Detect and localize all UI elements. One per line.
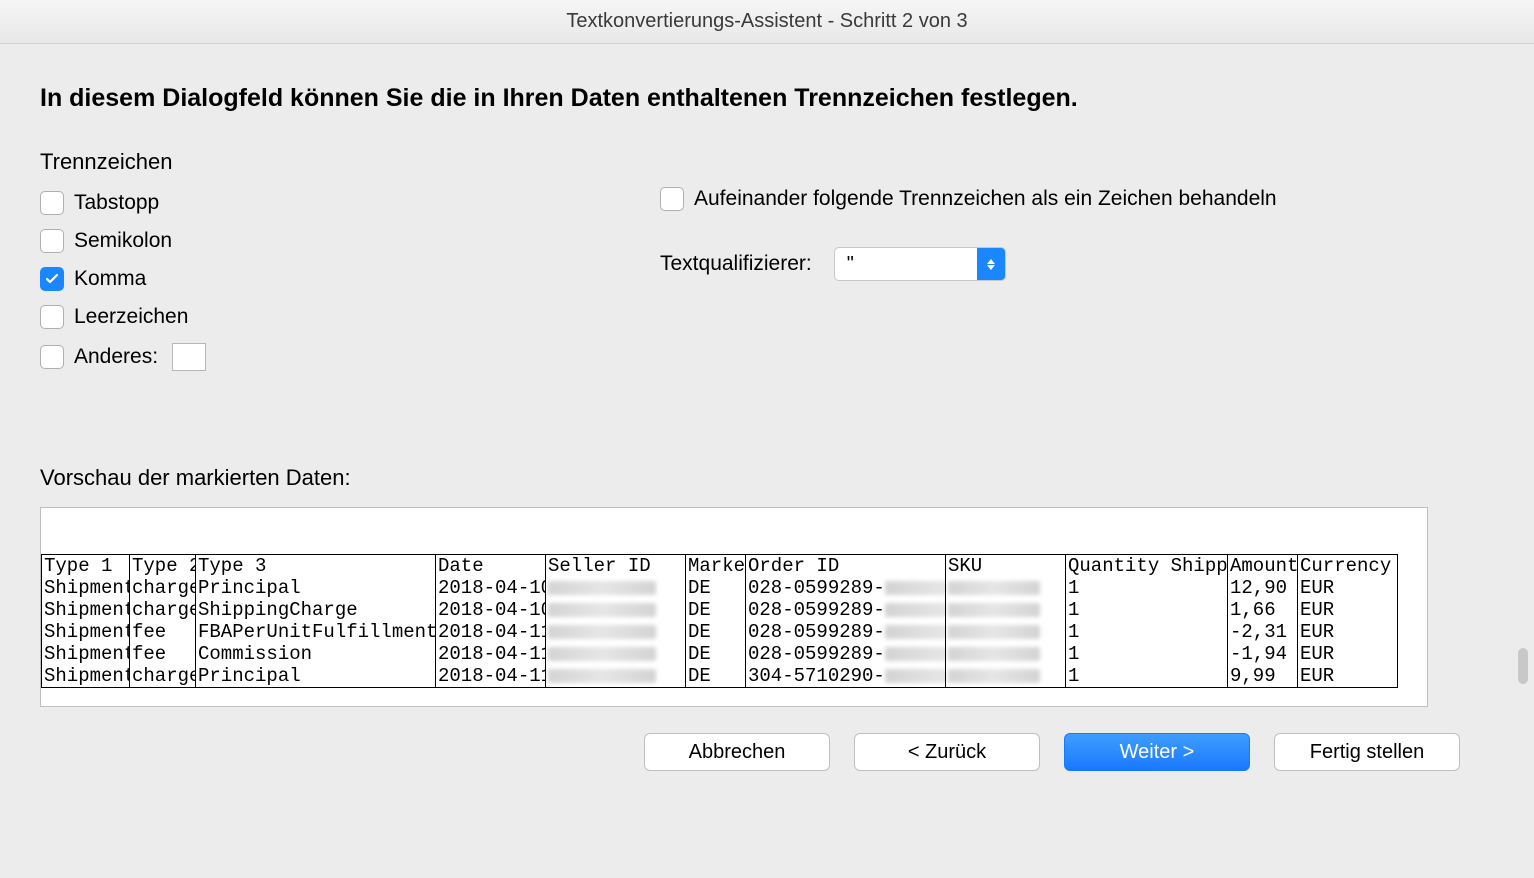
- consecutive-checkbox[interactable]: [660, 187, 684, 211]
- consecutive-label: Aufeinander folgende Trennzeichen als ei…: [694, 187, 1277, 211]
- delimiters-label: Trennzeichen: [40, 149, 560, 175]
- delim-semicolon-checkbox[interactable]: [40, 229, 64, 253]
- qualifier-select[interactable]: ": [834, 247, 1006, 281]
- col-date: Date: [436, 555, 546, 578]
- col-market: Market: [686, 555, 746, 578]
- delim-semicolon-label: Semikolon: [74, 229, 172, 253]
- col-seller: Seller ID: [546, 555, 686, 578]
- preview-box: Type 1 Type 2 Type 3 Date Seller ID Mark…: [40, 507, 1428, 707]
- window-title: Textkonvertierungs-Assistent - Schritt 2…: [566, 10, 967, 33]
- table-row: ShipmentchargePrincipal2018-04-11DE304-5…: [42, 665, 1398, 688]
- dialog-content: In diesem Dialogfeld können Sie die in I…: [0, 44, 1534, 791]
- next-button[interactable]: Weiter >: [1064, 733, 1250, 771]
- preview-label: Vorschau der markierten Daten:: [40, 465, 1494, 491]
- col-type1: Type 1: [42, 555, 130, 578]
- table-header-row: Type 1 Type 2 Type 3 Date Seller ID Mark…: [42, 555, 1398, 578]
- options-group: Aufeinander folgende Trennzeichen als ei…: [660, 149, 1494, 385]
- col-amount: Amount: [1228, 555, 1298, 578]
- col-currency: Currency: [1298, 555, 1398, 578]
- delim-comma-checkbox[interactable]: [40, 267, 64, 291]
- delim-other-checkbox[interactable]: [40, 345, 64, 369]
- table-row: ShipmentchargeShippingCharge2018-04-10DE…: [42, 599, 1398, 621]
- table-row: ShipmentfeeCommission2018-04-11DE028-059…: [42, 643, 1398, 665]
- delim-semicolon-row[interactable]: Semikolon: [40, 229, 560, 253]
- updown-icon: [977, 248, 1005, 280]
- cancel-button[interactable]: Abbrechen: [644, 733, 830, 771]
- qualifier-row: Textqualifizierer: ": [660, 247, 1494, 281]
- delimiters-row: Trennzeichen Tabstopp Semikolon Komma Le…: [40, 149, 1494, 385]
- delim-space-row[interactable]: Leerzeichen: [40, 305, 560, 329]
- delim-other-label: Anderes:: [74, 345, 158, 369]
- delim-space-label: Leerzeichen: [74, 305, 188, 329]
- delim-space-checkbox[interactable]: [40, 305, 64, 329]
- delim-other-input[interactable]: [172, 343, 206, 371]
- window-titlebar: Textkonvertierungs-Assistent - Schritt 2…: [0, 0, 1534, 44]
- table-row: ShipmentfeeFBAPerUnitFulfillmentFee2018-…: [42, 621, 1398, 643]
- delim-tab-checkbox[interactable]: [40, 191, 64, 215]
- delim-comma-label: Komma: [74, 267, 146, 291]
- col-type2: Type 2: [130, 555, 196, 578]
- delim-comma-row[interactable]: Komma: [40, 267, 560, 291]
- button-row: Abbrechen < Zurück Weiter > Fertig stell…: [40, 733, 1494, 771]
- delim-other-row[interactable]: Anderes:: [40, 343, 560, 371]
- qualifier-label: Textqualifizierer:: [660, 252, 812, 276]
- col-type3: Type 3: [196, 555, 436, 578]
- col-qty: Quantity Shipped: [1066, 555, 1228, 578]
- scrollbar-thumb[interactable]: [1518, 648, 1528, 684]
- back-button[interactable]: < Zurück: [854, 733, 1040, 771]
- instruction-text: In diesem Dialogfeld können Sie die in I…: [40, 84, 1494, 113]
- delim-tab-label: Tabstopp: [74, 191, 159, 215]
- preview-table: Type 1 Type 2 Type 3 Date Seller ID Mark…: [41, 554, 1398, 688]
- delim-tab-row[interactable]: Tabstopp: [40, 191, 560, 215]
- delimiters-group: Trennzeichen Tabstopp Semikolon Komma Le…: [40, 149, 560, 385]
- finish-button[interactable]: Fertig stellen: [1274, 733, 1460, 771]
- table-row: ShipmentchargePrincipal2018-04-10DE028-0…: [42, 577, 1398, 599]
- col-order: Order ID: [746, 555, 946, 578]
- qualifier-value: ": [835, 253, 977, 276]
- consecutive-row[interactable]: Aufeinander folgende Trennzeichen als ei…: [660, 187, 1494, 211]
- col-sku: SKU: [946, 555, 1066, 578]
